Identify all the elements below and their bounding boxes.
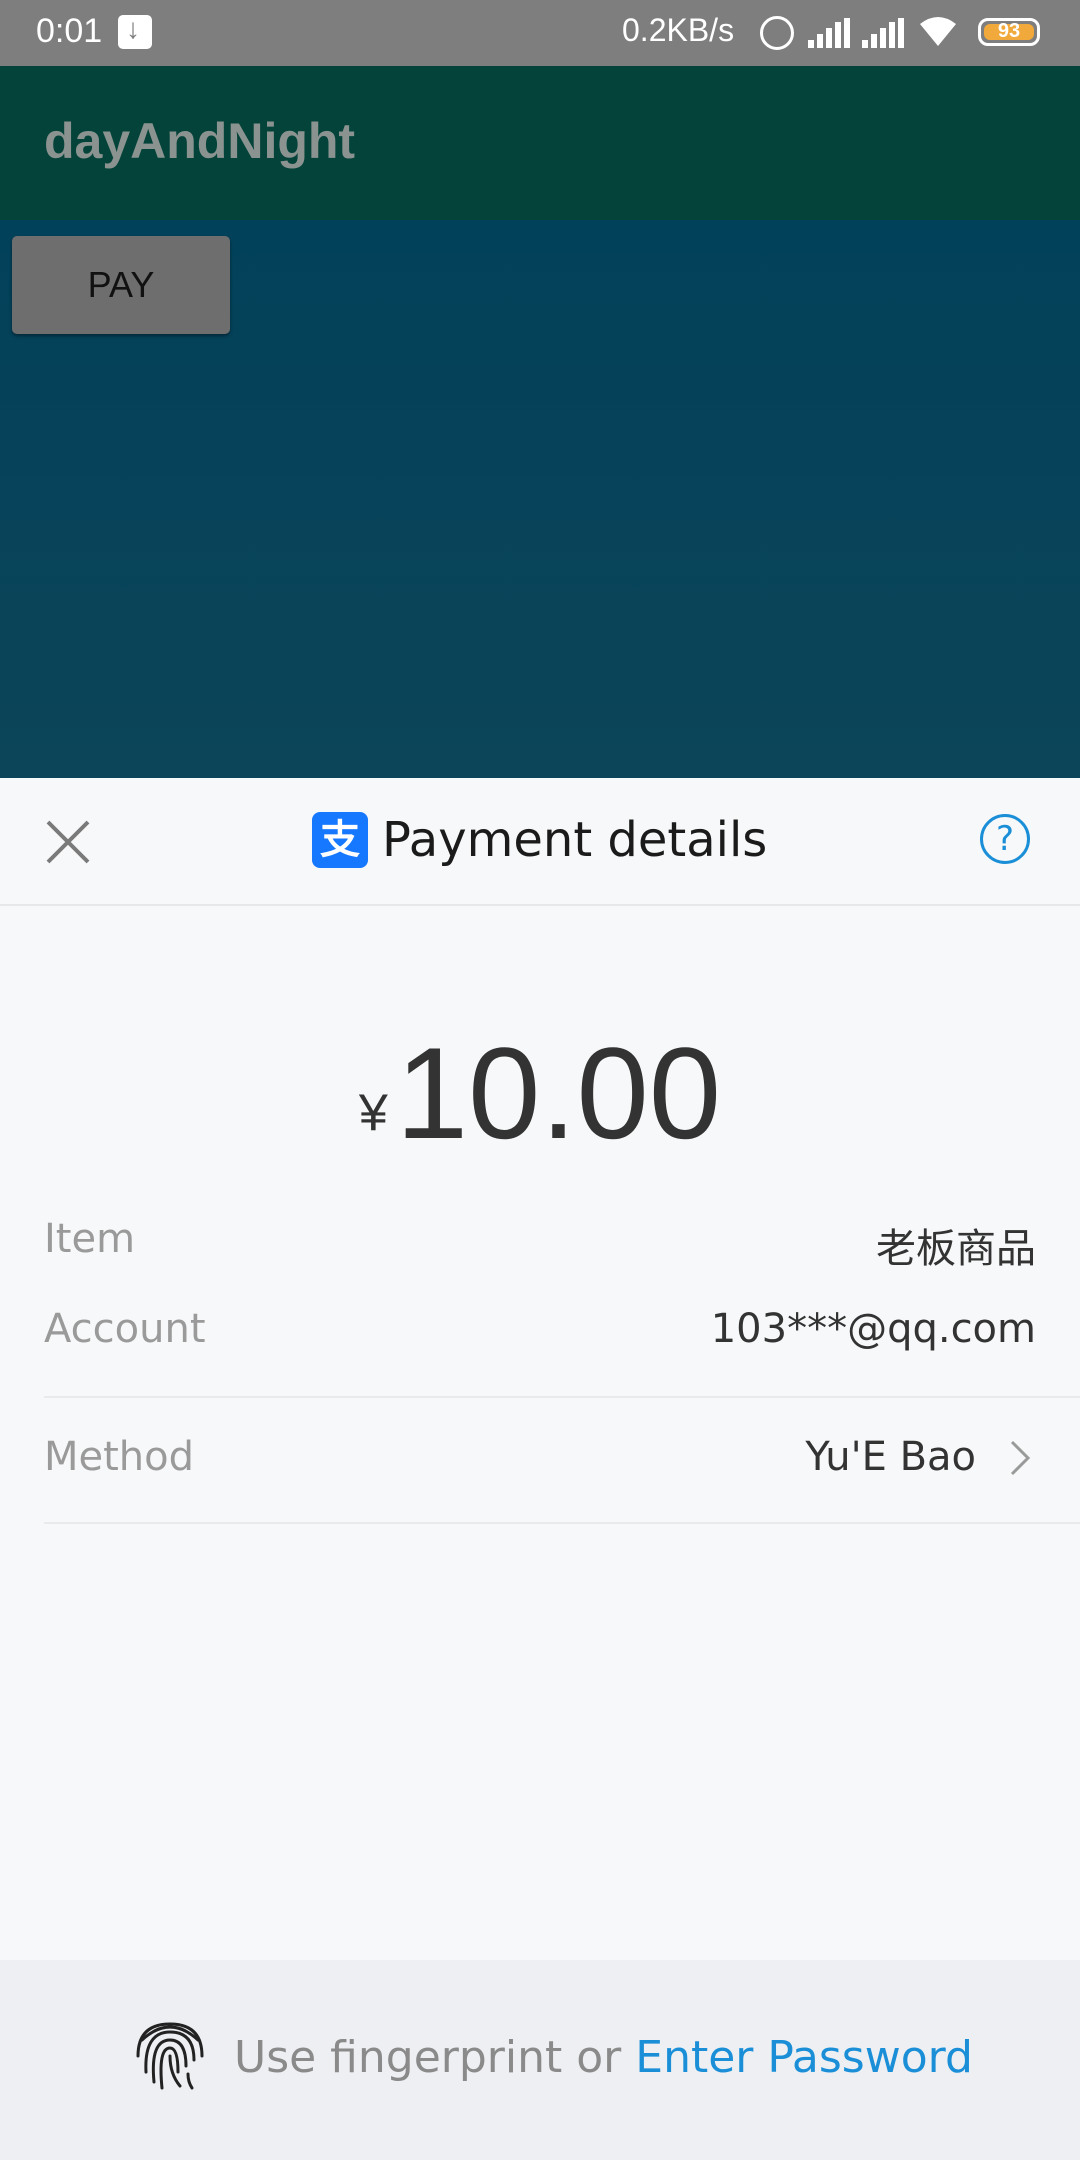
download-icon (118, 13, 152, 49)
status-time: 0:01 (36, 12, 103, 50)
signal-icon-2 (862, 18, 906, 48)
sheet-title: Payment details (382, 812, 768, 868)
amount-value: 10.00 (395, 1020, 722, 1166)
app-bar: dayAndNight (0, 66, 1080, 220)
close-icon[interactable] (44, 818, 92, 866)
network-speed: 0.2KB/s (622, 12, 735, 48)
battery-icon: 93 (978, 18, 1040, 46)
item-value: 老板商品 (876, 1226, 1036, 1272)
alipay-logo-icon: 支 (312, 812, 368, 868)
divider-2 (44, 1522, 1080, 1524)
payment-sheet: 支 Payment details ? ¥10.00 Item 老板商品 Acc… (0, 778, 1080, 2160)
chevron-right-icon (1010, 1440, 1031, 1476)
auth-footer-text: Use fingerprint or Enter Password (234, 2032, 973, 2083)
help-icon[interactable]: ? (980, 814, 1030, 864)
status-bar: 0:01 0.2KB/s 93 (0, 0, 1080, 66)
fingerprint-icon[interactable] (128, 2010, 212, 2094)
alarm-icon (760, 16, 794, 50)
fingerprint-prompt: Use fingerprint or (234, 2032, 622, 2083)
account-value: 103***@qq.com (710, 1306, 1036, 1352)
app-title: dayAndNight (44, 113, 356, 169)
method-row[interactable]: Method Yu'E Bao (44, 1434, 1036, 1484)
currency-symbol: ¥ (358, 1084, 388, 1142)
item-label: Item (44, 1216, 136, 1262)
wifi-icon (920, 17, 956, 46)
enter-password-link[interactable]: Enter Password (635, 2032, 973, 2083)
method-value: Yu'E Bao (805, 1434, 976, 1480)
battery-level: 93 (997, 20, 1021, 42)
payment-amount: ¥10.00 (0, 1018, 1080, 1168)
signal-icon (808, 18, 852, 48)
method-label: Method (44, 1434, 195, 1480)
divider (44, 1396, 1080, 1398)
pay-button[interactable]: PAY (12, 236, 230, 334)
account-label: Account (44, 1306, 206, 1352)
auth-footer: Use fingerprint or Enter Password (0, 1960, 1080, 2160)
sheet-header: 支 Payment details ? (0, 778, 1080, 906)
